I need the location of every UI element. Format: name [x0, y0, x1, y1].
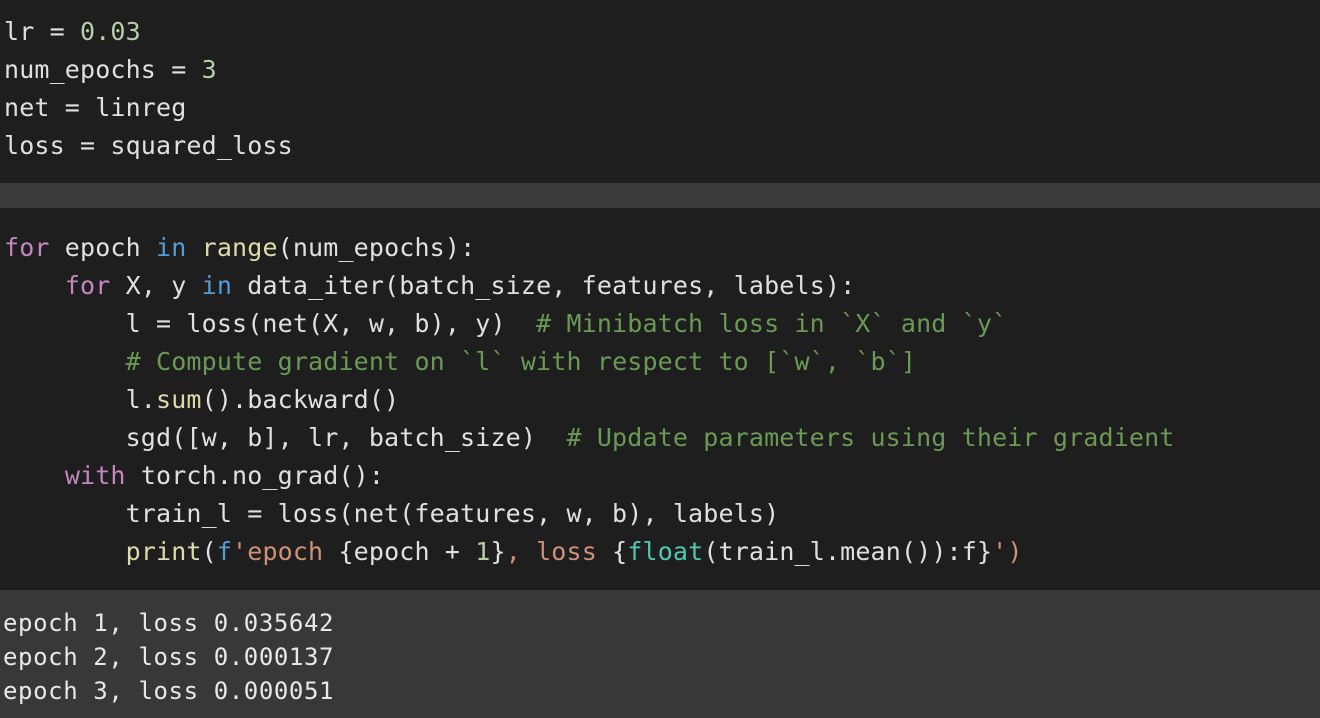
code-line: # Compute gradient on `l` with respect t…: [4, 343, 916, 381]
code-token: train_l = loss(net(features, w, b), labe…: [4, 499, 780, 528]
code-token: # Compute gradient on `l` with respect t…: [125, 347, 917, 376]
code-line: loss = squared_loss: [4, 127, 293, 165]
code-cell-2[interactable]: for epoch in range(num_epochs): for X, y…: [0, 208, 1320, 590]
code-token: range: [201, 233, 278, 262]
code-token: # Minibatch loss in `X` and `y`: [536, 309, 1008, 338]
code-line: for epoch in range(num_epochs):: [4, 229, 475, 267]
code-line: print(f'epoch {epoch + 1}, loss {float(t…: [4, 533, 1023, 571]
code-token: with: [64, 461, 126, 490]
code-token: sum: [156, 385, 202, 414]
code-line: for X, y in data_iter(batch_size, featur…: [4, 267, 855, 305]
code-token: }: [490, 537, 506, 566]
code-token: epoch: [49, 233, 157, 262]
code-token: print: [125, 537, 202, 566]
code-line: with torch.no_grad():: [4, 457, 384, 495]
code-line: train_l = loss(net(features, w, b), labe…: [4, 495, 780, 533]
code-line: sgd([w, b], lr, batch_size) # Update par…: [4, 419, 1175, 457]
code-token: lr =: [4, 17, 81, 46]
output-line: epoch 2, loss 0.000137: [3, 643, 335, 671]
cell-separator: [0, 183, 1320, 208]
code-line: l.sum().backward(): [4, 381, 399, 419]
code-token: (: [201, 537, 217, 566]
code-cell-1[interactable]: lr = 0.03 num_epochs = 3 net = linreg loss …: [0, 0, 1320, 183]
code-token: 1: [475, 537, 491, 566]
code-token: for: [64, 271, 111, 300]
code-line: l = loss(net(X, w, b), y) # Minibatch lo…: [4, 305, 1008, 343]
code-token: num_epochs =: [4, 55, 202, 84]
code-token: 3: [201, 55, 217, 84]
code-token: (num_epochs):: [277, 233, 476, 262]
output-line: epoch 1, loss 0.035642: [3, 609, 335, 637]
code-token: f: [216, 537, 233, 566]
code-token: {epoch +: [338, 537, 476, 566]
code-token: , loss: [505, 537, 613, 566]
code-token: l = loss(net(X, w, b), y): [4, 309, 537, 338]
code-token: l.: [4, 385, 157, 414]
code-token: loss = squared_loss: [4, 131, 293, 160]
code-token: 'epoch: [232, 537, 339, 566]
code-token: X, y: [110, 271, 202, 300]
cell-output: epoch 1, loss 0.035642 epoch 2, loss 0.00…: [0, 590, 1320, 718]
code-token: torch.no_grad():: [125, 461, 385, 490]
code-token: in: [156, 233, 187, 262]
code-token: (train_l.mean()):f}: [703, 537, 993, 566]
code-token: float: [627, 537, 704, 566]
output-line: epoch 3, loss 0.000051: [3, 677, 335, 705]
code-token: for: [4, 233, 50, 262]
code-token: '): [992, 537, 1023, 566]
code-line: num_epochs = 3: [4, 51, 217, 89]
code-token: {: [612, 537, 628, 566]
code-token: in: [201, 271, 233, 300]
code-token: # Update parameters using their gradient: [566, 423, 1175, 452]
code-token: 0.03: [80, 17, 141, 46]
code-line: lr = 0.03: [4, 13, 141, 51]
code-token: sgd([w, b], lr, batch_size): [4, 423, 567, 452]
code-token: ().backward(): [201, 385, 400, 414]
code-token: data_iter(batch_size, features, labels):: [232, 271, 856, 300]
code-line: net = linreg: [4, 89, 186, 127]
code-token: net = linreg: [4, 93, 187, 122]
